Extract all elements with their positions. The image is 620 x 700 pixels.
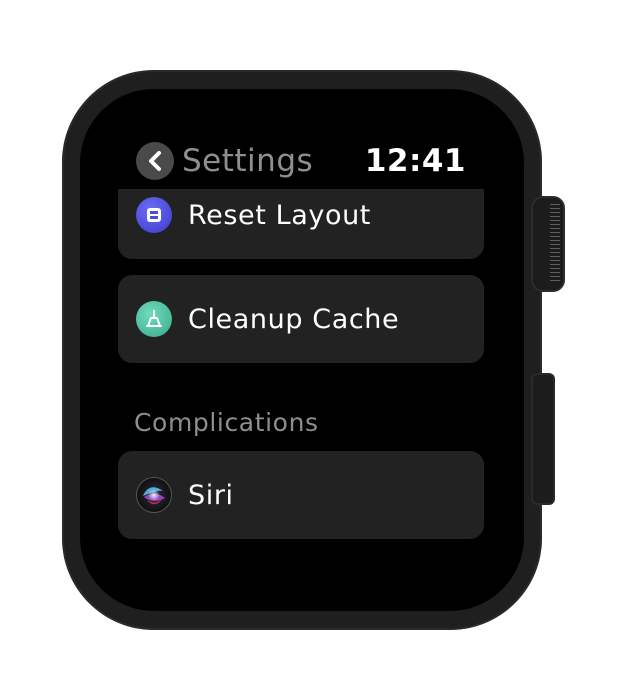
back-button[interactable]: Settings <box>136 142 313 180</box>
clock-time: 12:41 <box>364 143 466 179</box>
status-header: Settings 12:41 <box>136 139 466 183</box>
watch-screen: Settings 12:41 Reset Layout Cleanup Cach… <box>80 89 524 611</box>
list-item-siri[interactable]: Siri <box>118 451 484 539</box>
section-header-complications: Complications <box>134 408 319 437</box>
settings-list: Reset Layout Cleanup Cache Complications <box>118 189 484 539</box>
back-chevron-icon[interactable] <box>136 142 174 180</box>
digital-crown[interactable] <box>531 196 565 292</box>
list-item-label: Siri <box>188 479 234 511</box>
stage: Settings 12:41 Reset Layout Cleanup Cach… <box>0 0 620 700</box>
list-item-cleanup-cache[interactable]: Cleanup Cache <box>118 275 484 363</box>
back-title[interactable]: Settings <box>182 143 313 179</box>
broom-icon <box>136 301 172 337</box>
reset-layout-icon <box>136 197 172 233</box>
list-item-reset-layout[interactable]: Reset Layout <box>118 189 484 259</box>
side-button[interactable] <box>531 373 555 505</box>
list-item-label: Reset Layout <box>188 199 371 231</box>
list-item-label: Cleanup Cache <box>188 303 400 335</box>
siri-icon <box>136 477 172 513</box>
